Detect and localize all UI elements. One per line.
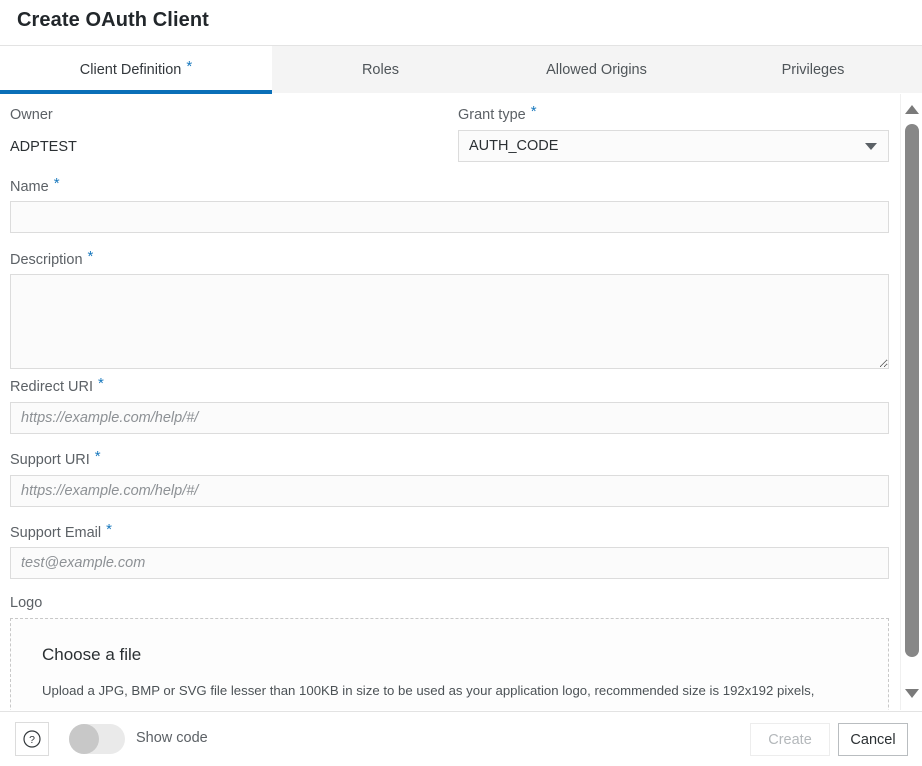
create-button[interactable]: Create xyxy=(750,723,830,756)
page-title: Create OAuth Client xyxy=(17,9,209,32)
required-asterisk: * xyxy=(95,448,101,465)
redirect-uri-label-row: Redirect URI * xyxy=(10,378,104,396)
tab-client-definition-label: Client Definition xyxy=(80,62,182,78)
support-email-label-row: Support Email * xyxy=(10,524,112,542)
create-button-label: Create xyxy=(768,732,812,748)
help-circle-icon: ? xyxy=(22,729,42,749)
scrollbar-thumb[interactable] xyxy=(905,124,919,657)
grant-type-select-box[interactable]: AUTH_CODE xyxy=(458,130,889,162)
support-uri-label: Support URI xyxy=(10,452,90,468)
support-email-label: Support Email xyxy=(10,525,101,541)
grant-type-label-row: Grant type * xyxy=(458,106,537,124)
redirect-uri-input[interactable] xyxy=(10,402,889,434)
scroll-up-arrow-icon[interactable] xyxy=(901,100,922,118)
cancel-button-label: Cancel xyxy=(850,732,895,748)
grant-type-label: Grant type xyxy=(458,107,526,123)
dialog-footer: ? Show code Create Cancel xyxy=(0,711,922,766)
tab-client-definition[interactable]: Client Definition * xyxy=(0,46,272,93)
logo-dropzone[interactable]: Choose a file Upload a JPG, BMP or SVG f… xyxy=(10,618,889,710)
required-asterisk: * xyxy=(531,103,537,120)
form-scroll-area[interactable]: Owner ADPTEST Grant type * AUTH_CODE Name… xyxy=(0,94,900,710)
name-input[interactable] xyxy=(10,201,889,233)
tab-bar: Client Definition * Roles Allowed Origin… xyxy=(0,46,922,93)
name-label-row: Name * xyxy=(10,178,60,196)
required-asterisk: * xyxy=(186,59,192,74)
redirect-uri-label: Redirect URI xyxy=(10,379,93,395)
tab-allowed-origins-label: Allowed Origins xyxy=(546,62,647,78)
cancel-button[interactable]: Cancel xyxy=(838,723,908,756)
show-code-label: Show code xyxy=(136,730,208,746)
description-label-row: Description * xyxy=(10,251,93,269)
tab-privileges[interactable]: Privileges xyxy=(704,46,922,93)
create-oauth-client-dialog: Create OAuth Client Client Definition * … xyxy=(0,0,922,766)
dialog-header: Create OAuth Client xyxy=(0,0,922,46)
tab-roles-label: Roles xyxy=(362,62,399,78)
required-asterisk: * xyxy=(88,248,94,265)
description-label: Description xyxy=(10,252,83,268)
show-code-toggle[interactable] xyxy=(69,724,125,754)
name-label: Name xyxy=(10,179,49,195)
required-asterisk: * xyxy=(106,521,112,538)
logo-label-row: Logo xyxy=(10,596,42,611)
vertical-scrollbar[interactable] xyxy=(900,94,922,710)
owner-field: Owner xyxy=(10,108,53,123)
tab-privileges-label: Privileges xyxy=(782,62,845,78)
support-email-input[interactable] xyxy=(10,547,889,579)
owner-label: Owner xyxy=(10,108,53,123)
tab-roles[interactable]: Roles xyxy=(272,46,489,93)
grant-type-value: AUTH_CODE xyxy=(469,138,558,154)
tab-allowed-origins[interactable]: Allowed Origins xyxy=(489,46,704,93)
grant-type-select[interactable]: AUTH_CODE xyxy=(458,130,889,162)
logo-upload-description: Upload a JPG, BMP or SVG file lesser tha… xyxy=(42,681,862,701)
owner-value: ADPTEST xyxy=(10,139,77,155)
required-asterisk: * xyxy=(54,175,60,192)
support-uri-label-row: Support URI * xyxy=(10,451,101,469)
description-textarea[interactable] xyxy=(10,274,889,369)
support-uri-input[interactable] xyxy=(10,475,889,507)
required-asterisk: * xyxy=(98,375,104,392)
choose-a-file-title: Choose a file xyxy=(42,645,141,665)
scroll-down-arrow-icon[interactable] xyxy=(901,684,922,702)
svg-text:?: ? xyxy=(29,734,35,746)
logo-label: Logo xyxy=(10,596,42,611)
help-button[interactable]: ? xyxy=(15,722,49,756)
toggle-knob xyxy=(69,724,99,754)
